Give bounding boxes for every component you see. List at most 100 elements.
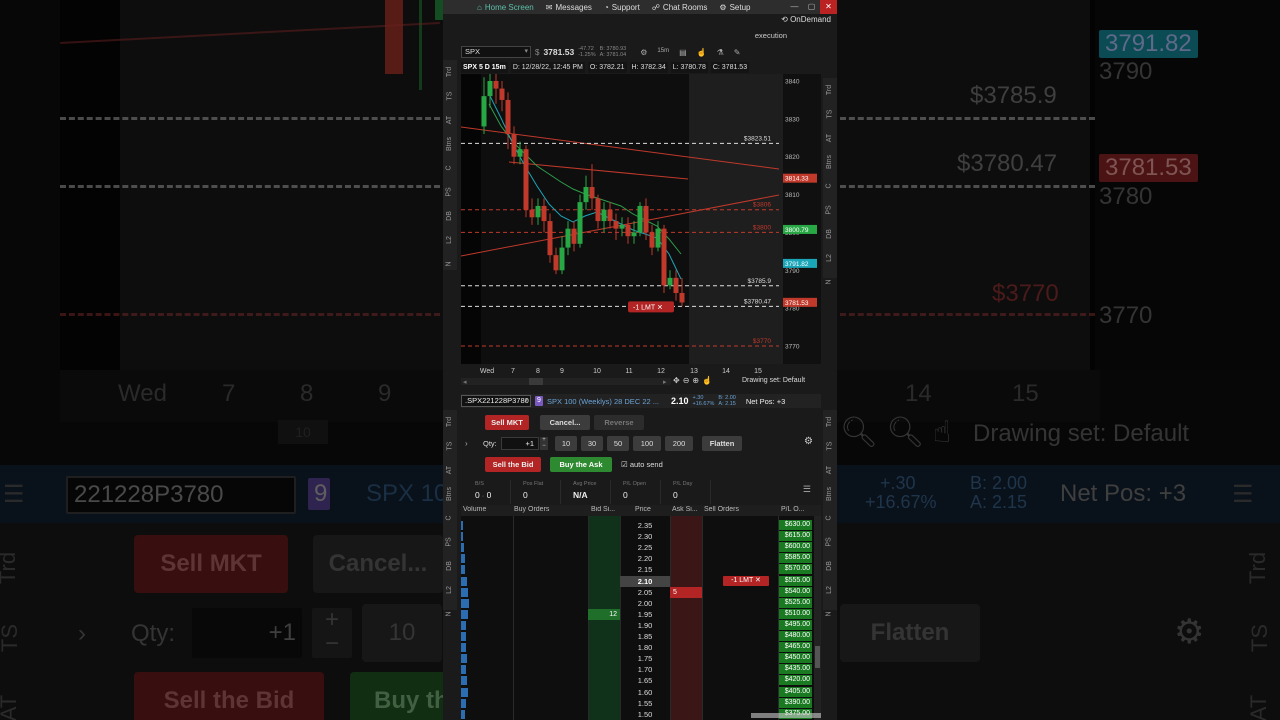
horizontal-scrollbar[interactable] <box>751 713 821 718</box>
left-tab-trd[interactable]: Trd <box>443 67 462 77</box>
qty-preset-30[interactable]: 30 <box>581 436 603 451</box>
ladder-row[interactable]: 2.05 5 $540.00 <box>461 586 821 598</box>
pan-icon[interactable]: ✥ <box>673 376 683 385</box>
left-tab-c[interactable]: C <box>443 515 462 520</box>
nav-home-screen[interactable]: ⌂ Home Screen <box>477 3 534 12</box>
left-tab-n[interactable]: N <box>443 611 462 616</box>
ladder-row[interactable]: 1.90 $495.00 <box>461 619 821 631</box>
right-tab-ts[interactable]: TS <box>818 442 837 451</box>
drawing-set-label[interactable]: Drawing set: Default <box>742 377 805 384</box>
zoom-controls[interactable]: ✥⊖⊕☝ <box>673 376 715 385</box>
close-button[interactable]: ✕ <box>820 0 837 14</box>
ondemand-button[interactable]: ⟲ OnDemand <box>781 15 831 24</box>
ladder-col-sell-orders[interactable]: Sell Orders <box>704 506 774 513</box>
left-tab-c[interactable]: C <box>443 165 462 170</box>
ladder-col-volume[interactable]: Volume <box>463 506 511 513</box>
ladder-row[interactable]: 1.80 $465.00 <box>461 642 821 653</box>
ladder-row[interactable]: 1.75 $450.00 <box>461 653 821 664</box>
flatten-button[interactable]: Flatten <box>702 436 742 451</box>
right-tab-trd[interactable]: Trd <box>818 417 837 427</box>
auto-send-checkbox[interactable]: ☑ auto send <box>621 460 663 469</box>
expand-chevron-icon[interactable]: › <box>465 439 468 448</box>
ladder-row[interactable]: 2.35 $630.00 <box>461 520 821 531</box>
ladder-col-buy-orders[interactable]: Buy Orders <box>514 506 586 513</box>
drawing-icon[interactable]: ✎ <box>734 48 741 57</box>
flask-icon[interactable]: ⚗ <box>717 48 724 57</box>
left-tab-l2[interactable]: L2 <box>443 586 462 594</box>
ladder-row[interactable]: 1.55 $390.00 <box>461 697 821 709</box>
nav-setup[interactable]: ⚙ Setup <box>719 3 750 12</box>
nav-support[interactable]: ◔ Support <box>604 3 640 12</box>
left-tab-at[interactable]: AT <box>443 116 462 124</box>
ladder-row[interactable]: 2.00 $525.00 <box>461 597 821 609</box>
left-tab-btns[interactable]: Btns <box>443 137 462 151</box>
buy-the-ask-button[interactable]: Buy the Ask <box>550 457 612 472</box>
studies-icon[interactable]: ▤ <box>679 48 687 57</box>
qty-preset-10[interactable]: 10 <box>555 436 577 451</box>
ladder-row[interactable]: 2.15 $570.00 <box>461 564 821 575</box>
cancel-button[interactable]: Cancel... <box>540 415 590 430</box>
hand-icon[interactable]: ☝ <box>702 376 715 385</box>
price-chart[interactable]: $3823.51 $3806 $3800 $3785.9 $3780.47 $3770 38… <box>461 74 821 364</box>
ladder-scrollbar[interactable] <box>814 516 821 720</box>
qty-preset-100[interactable]: 100 <box>633 436 661 451</box>
minimize-button[interactable]: — <box>786 0 803 14</box>
pl-open-cell: $450.00 <box>779 653 812 664</box>
link-group-badge[interactable]: 9 <box>535 396 543 406</box>
chevron-down-icon[interactable]: ▾ <box>524 47 528 57</box>
ladder-col-ask-size[interactable]: Ask Si... <box>672 506 700 513</box>
sell-mkt-button[interactable]: Sell MKT <box>485 415 529 430</box>
sell-the-bid-button[interactable]: Sell the Bid <box>485 457 541 472</box>
zoom-out-icon[interactable]: ⊖ <box>683 376 693 385</box>
zoom-in-icon[interactable]: ⊕ <box>692 376 702 385</box>
chart-change: -47.72 -1.25% <box>578 46 596 58</box>
chevron-down-icon[interactable]: ▾ <box>524 396 528 406</box>
left-tab-l2[interactable]: L2 <box>443 236 462 244</box>
qty-preset-200[interactable]: 200 <box>665 436 693 451</box>
working-sell-order[interactable]: -1 LMT ✕ <box>723 575 769 586</box>
gear-icon[interactable]: ⚙ <box>804 436 813 447</box>
nav-messages[interactable]: ✉ Messages <box>546 3 592 12</box>
left-tab-n[interactable]: N <box>443 261 462 266</box>
settings-icon[interactable]: ⚙ <box>640 48 647 57</box>
ask-size-cell[interactable]: 5 <box>670 586 702 598</box>
qty-preset-50[interactable]: 50 <box>607 436 629 451</box>
qty-input[interactable]: +1 <box>501 437 539 450</box>
ladder-col-pl-open[interactable]: P/L O... <box>781 506 813 513</box>
chart-symbol-input[interactable]: SPX ▾ <box>461 46 531 58</box>
ladder-col-bid-size[interactable]: Bid Si... <box>591 506 619 513</box>
active-trader-ladder[interactable]: Volume Buy Orders Bid Si... Price Ask Si… <box>461 505 821 720</box>
left-tab-db[interactable]: DB <box>443 561 462 571</box>
ladder-row[interactable]: 2.10 -1 LMT ✕ $555.00 <box>461 575 821 587</box>
left-tab-at[interactable]: AT <box>443 466 462 474</box>
left-tab-ps[interactable]: PS <box>443 537 462 546</box>
right-tab-at[interactable]: AT <box>818 466 837 474</box>
ladder-price: 1.50 <box>637 709 653 719</box>
left-tab-ts[interactable]: TS <box>443 92 462 101</box>
ladder-row[interactable]: 2.30 $615.00 <box>461 531 821 542</box>
pointer-icon[interactable]: ☝ <box>697 48 707 57</box>
cancel-order-icon[interactable]: ✕ <box>753 577 761 584</box>
ladder-row[interactable]: 2.20 $585.00 <box>461 553 821 564</box>
ladder-row[interactable]: 1.65 $420.00 <box>461 675 821 686</box>
ladder-col-price[interactable]: Price <box>635 506 665 513</box>
bid-size-cell[interactable]: 12 <box>588 608 620 620</box>
ladder-row[interactable]: 1.70 $435.00 <box>461 664 821 675</box>
ladder-row[interactable]: 12 1.95 $510.00 <box>461 608 821 620</box>
left-tab-ts[interactable]: TS <box>443 442 462 451</box>
ladder-row[interactable]: 1.85 $480.00 <box>461 631 821 642</box>
left-tab-ps[interactable]: PS <box>443 187 462 196</box>
menu-icon[interactable]: ☰ <box>803 484 811 495</box>
timeframe-selector[interactable]: 15m <box>657 48 669 57</box>
left-tab-trd[interactable]: Trd <box>443 417 462 427</box>
option-symbol-input[interactable]: .SPX221228P3780 ▾ <box>461 395 531 407</box>
ladder-scroll-thumb[interactable] <box>815 646 820 668</box>
ladder-row[interactable]: 2.25 $600.00 <box>461 542 821 553</box>
qty-stepper[interactable]: + − <box>540 437 548 450</box>
nav-chat-rooms[interactable]: ☍ Chat Rooms <box>652 3 708 12</box>
reverse-button[interactable]: Reverse <box>594 415 644 430</box>
left-tab-btns[interactable]: Btns <box>443 487 462 501</box>
ladder-row[interactable]: 1.60 $405.00 <box>461 686 821 698</box>
maximize-button[interactable]: ▢ <box>803 0 820 14</box>
left-tab-db[interactable]: DB <box>443 211 462 221</box>
